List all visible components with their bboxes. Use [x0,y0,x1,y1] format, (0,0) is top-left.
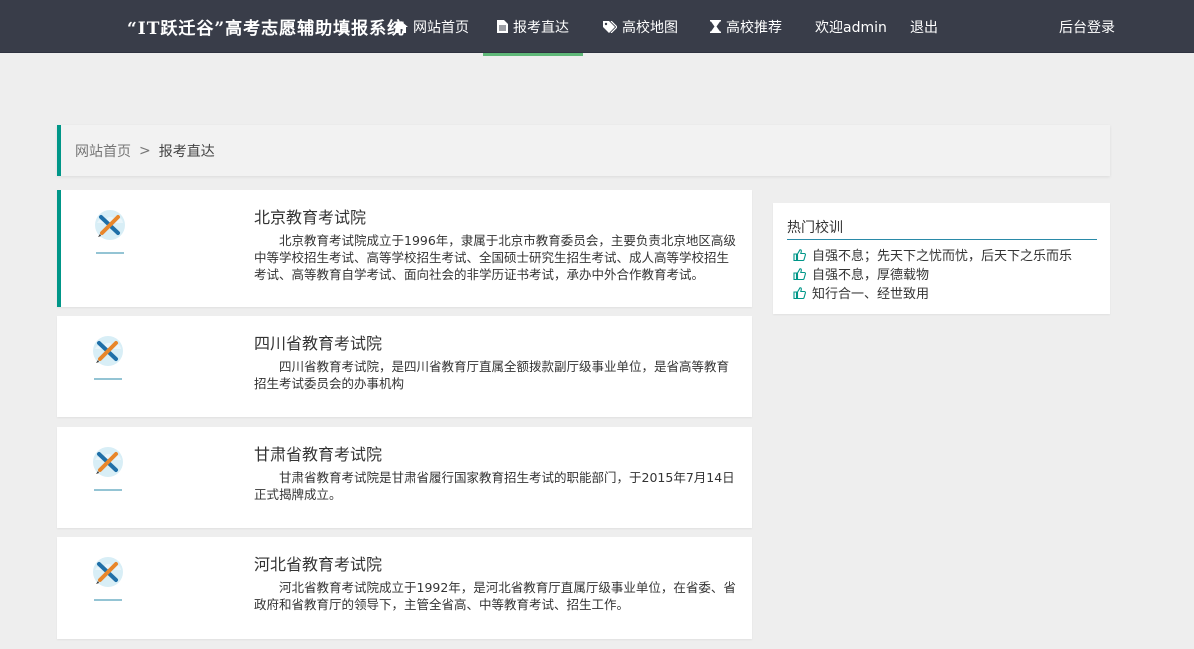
nav-welcome-label: 欢迎admin [815,19,887,36]
thumbs-up-icon [793,286,806,299]
nav-college-recommend-label: 高校推荐 [726,19,782,36]
motto-panel-divider [787,239,1097,240]
motto-item[interactable]: 自强不息；先天下之忧而忧，后天下之乐而乐 [793,245,1072,264]
tag-icon [603,20,617,33]
institute-name[interactable]: 四川省教育考试院 [254,330,382,354]
exam-logo-icon [87,205,133,257]
home-icon [394,20,408,33]
nav-direct-apply[interactable]: 报考直达 [483,0,583,56]
institute-card[interactable]: 河北省教育考试院 河北省教育考试院成立于1992年，是河北省教育厅直属厅级事业单… [57,537,752,639]
breadcrumb: 网站首页 > 报考直达 [57,125,1110,176]
nav-welcome-user[interactable]: 欢迎admin [815,0,887,53]
institute-name[interactable]: 河北省教育考试院 [254,551,382,575]
breadcrumb-separator: > [139,142,151,159]
admin-login-label: 后台登录 [1059,19,1115,36]
institute-description: 四川省教育考试院，是四川省教育厅直属全额拨款副厅级事业单位，是省高等教育招生考试… [254,359,730,391]
nav-home-label: 网站首页 [413,19,469,36]
exam-logo-icon [85,442,131,494]
thumbs-up-icon [793,267,806,280]
thumbs-up-icon [793,248,806,261]
top-navbar: “IT跃迁谷”高考志愿辅助填报系统 网站首页 报考直达 高校地图 高校推荐 欢迎… [0,0,1194,56]
hourglass-icon [710,20,721,33]
breadcrumb-home[interactable]: 网站首页 [75,141,131,161]
institute-name[interactable]: 甘肃省教育考试院 [254,441,382,465]
admin-login-link[interactable]: 后台登录 [1059,0,1115,53]
nav-logout[interactable]: 退出 [910,0,938,53]
institute-name[interactable]: 北京教育考试院 [254,204,366,228]
document-icon [497,20,508,33]
nav-college-map[interactable]: 高校地图 [603,0,678,53]
nav-direct-apply-label: 报考直达 [513,19,569,36]
site-brand: “IT跃迁谷”高考志愿辅助填报系统 [127,19,406,39]
institute-description: 河北省教育考试院成立于1992年，是河北省教育厅直属厅级事业单位，在省委、省政府… [254,580,736,612]
motto-panel: 热门校训 自强不息；先天下之忧而忧，后天下之乐而乐 自强不息，厚德载物 知行合一… [773,203,1110,314]
institute-card[interactable]: 北京教育考试院 北京教育考试院成立于1996年，隶属于北京市教育委员会，主要负责… [57,190,752,307]
exam-logo-icon [85,552,131,604]
institute-description: 甘肃省教育考试院是甘肃省履行国家教育招生考试的职能部门，于2015年7月14日正… [254,470,735,502]
exam-logo-icon [85,331,131,383]
motto-text: 自强不息，厚德载物 [812,268,930,283]
breadcrumb-current: 报考直达 [158,143,215,160]
nav-logout-label: 退出 [910,19,938,36]
nav-college-map-label: 高校地图 [622,19,678,36]
motto-text: 自强不息；先天下之忧而忧，后天下之乐而乐 [812,249,1073,264]
motto-text: 知行合一、经世致用 [812,287,930,302]
motto-list: 自强不息；先天下之忧而忧，后天下之乐而乐 自强不息，厚德载物 知行合一、经世致用 [793,245,1072,302]
institute-card[interactable]: 四川省教育考试院 四川省教育考试院，是四川省教育厅直属全额拨款副厅级事业单位，是… [57,316,752,417]
institute-card[interactable]: 甘肃省教育考试院 甘肃省教育考试院是甘肃省履行国家教育招生考试的职能部门，于20… [57,427,752,528]
nav-college-recommend[interactable]: 高校推荐 [710,0,782,53]
motto-item[interactable]: 自强不息，厚德载物 [793,264,1072,283]
institute-description: 北京教育考试院成立于1996年，隶属于北京市教育委员会，主要负责北京地区高级中等… [254,233,736,282]
nav-home[interactable]: 网站首页 [394,0,469,53]
motto-item[interactable]: 知行合一、经世致用 [793,283,1072,302]
motto-panel-title: 热门校训 [787,220,843,236]
